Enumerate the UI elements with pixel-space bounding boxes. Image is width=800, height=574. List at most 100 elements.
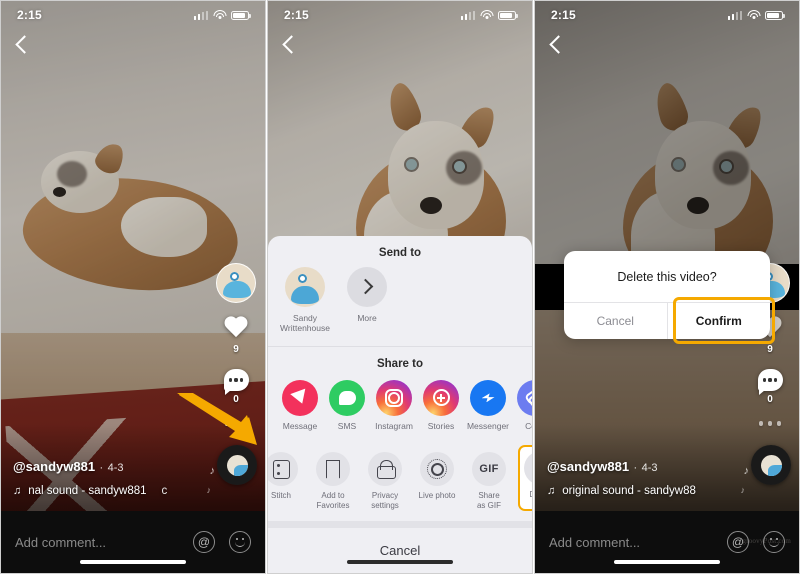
music-note-icon: ♫	[547, 485, 556, 497]
delete-dialog: Delete this video? Cancel Confirm	[564, 251, 775, 344]
avatar-dot	[230, 272, 239, 281]
site-watermark: groovyPost.com	[742, 537, 791, 545]
contact-sandy[interactable]: Sandy Writtenhouse	[280, 266, 330, 334]
caption-separator-3: ·	[633, 462, 638, 474]
status-time: 2:15	[17, 8, 42, 22]
screenshot-stage: 2:15 9 0 ♪ ♪ @sandyw881 · 4-3 ♫ nal soun…	[0, 0, 800, 574]
avatar[interactable]	[216, 263, 256, 303]
ellipsis-icon	[758, 421, 782, 426]
action-label: Share as GIF	[476, 491, 501, 510]
like-count-3: 9	[767, 344, 773, 355]
action-label: Stitch	[270, 491, 291, 500]
status-indicators-2	[460, 10, 518, 20]
video-caption-3: @sandyw881 · 4-3 ♫ original sound - sand…	[547, 458, 696, 497]
disc-art-3	[760, 454, 782, 476]
video-caption: @sandyw881 · 4-3 ♫ nal sound - sandyw881…	[13, 458, 167, 497]
caption-line: @sandyw881 · 4-3	[13, 458, 167, 476]
comment-button-3[interactable]: 0	[757, 369, 783, 405]
sound-title: nal sound - sandyw881	[28, 485, 147, 497]
sound-title-3: original sound - sandyw88	[562, 485, 696, 497]
action-privacy-settings[interactable]: Privacy settings	[362, 449, 408, 511]
back-button[interactable]	[13, 35, 33, 55]
cellular-bars-icon	[460, 10, 475, 20]
comment-input-placeholder[interactable]: Add comment...	[15, 535, 193, 550]
mention-icon[interactable]: @	[193, 531, 215, 553]
action-delete[interactable]: Delete	[518, 445, 532, 511]
actions-row: Stitch Add to Favorites Privacy settings…	[268, 441, 532, 521]
caption-date: 4-3	[107, 462, 124, 474]
wifi-icon	[480, 10, 493, 20]
link-icon	[517, 379, 532, 416]
dialog-confirm-label: Confirm	[695, 314, 742, 328]
sms-icon	[329, 379, 365, 416]
emoji-icon[interactable]	[229, 531, 251, 553]
share-label: SMS	[337, 420, 357, 431]
caption-date-3: 4-3	[641, 462, 658, 474]
cancel-button[interactable]: Cancel	[268, 521, 532, 573]
heart-icon	[223, 317, 249, 341]
avatar-shape	[223, 281, 251, 298]
tiktok-message-icon	[282, 379, 318, 416]
share-target-copy[interactable]: Copy	[517, 379, 532, 431]
more-label: More	[357, 312, 377, 323]
panel-video-player: 2:15 9 0 ♪ ♪ @sandyw881 · 4-3 ♫ nal soun…	[0, 0, 266, 574]
contact-name: Sandy Writtenhouse	[280, 312, 330, 334]
music-note-decor-3: ♪	[743, 465, 750, 477]
sound-disc-3[interactable]	[751, 445, 791, 485]
home-indicator	[80, 560, 186, 564]
caption-username-3[interactable]: @sandyw881	[547, 459, 629, 474]
like-count: 9	[233, 344, 239, 355]
action-label: Privacy settings	[371, 491, 399, 510]
home-indicator-2	[347, 560, 453, 564]
dialog-cancel-label: Cancel	[596, 314, 634, 328]
share-target-message[interactable]: Message	[282, 379, 318, 431]
music-note-decor-2: ♪	[206, 485, 212, 495]
dialog-confirm-button[interactable]: Confirm	[666, 303, 771, 339]
messenger-icon	[470, 379, 506, 416]
share-target-messenger[interactable]: Messenger	[466, 379, 510, 431]
contact-more[interactable]: More	[344, 266, 390, 334]
share-sheet: Send to Sandy Writtenhouse More Share to	[268, 235, 532, 573]
send-to-row: Sandy Writtenhouse More	[268, 263, 532, 346]
gif-icon: GIF	[472, 452, 506, 486]
dialog-buttons: Cancel Confirm	[564, 297, 775, 344]
share-target-stories[interactable]: Stories	[423, 379, 459, 431]
caption-username[interactable]: @sandyw881	[13, 459, 95, 474]
comment-bar-icons: @	[193, 531, 251, 553]
annotation-arrow	[177, 393, 257, 445]
home-indicator-3	[614, 560, 720, 564]
share-target-instagram[interactable]: Instagram	[375, 379, 413, 431]
dialog-title: Delete this video?	[617, 270, 717, 284]
caption-separator: ·	[99, 462, 104, 474]
back-button-2[interactable]	[280, 35, 300, 55]
cancel-label: Cancel	[379, 543, 421, 558]
action-live-photo[interactable]: Live photo	[414, 449, 460, 511]
dialog-cancel-button[interactable]: Cancel	[564, 303, 667, 339]
comment-input-placeholder-3[interactable]: Add comment...	[549, 535, 727, 550]
action-stitch[interactable]: Stitch	[268, 449, 304, 511]
music-note-icon: ♫	[13, 485, 22, 497]
comment-icon	[757, 369, 783, 395]
share-target-sms[interactable]: SMS	[329, 379, 365, 431]
share-label: Copy	[525, 420, 532, 431]
action-label: Delete	[529, 490, 532, 500]
like-button[interactable]: 9	[223, 317, 249, 355]
action-add-to-favorites[interactable]: Add to Favorites	[310, 449, 356, 511]
sound-row[interactable]: ♫ nal sound - sandyw881 c	[13, 485, 167, 497]
stitch-icon	[268, 452, 298, 486]
cellular-bars-icon	[727, 10, 742, 20]
action-label: Add to Favorites	[316, 491, 350, 510]
disc-art	[226, 454, 248, 476]
share-label: Messenger	[466, 420, 510, 431]
wifi-icon	[747, 10, 760, 20]
action-share-as-gif[interactable]: GIF Share as GIF	[466, 449, 512, 511]
lock-icon	[368, 452, 402, 486]
more-options-button-3[interactable]	[758, 421, 782, 426]
chevron-right-icon	[347, 266, 387, 307]
comment-count-3: 0	[767, 394, 773, 405]
battery-icon	[498, 10, 518, 20]
back-button-3[interactable]	[547, 35, 567, 55]
panel-share-sheet: 2:15 Send to Sandy Writtenhouse More Sha…	[267, 0, 533, 574]
status-bar: 2:15	[1, 1, 265, 29]
sound-row-3[interactable]: ♫ original sound - sandyw88	[547, 485, 696, 497]
